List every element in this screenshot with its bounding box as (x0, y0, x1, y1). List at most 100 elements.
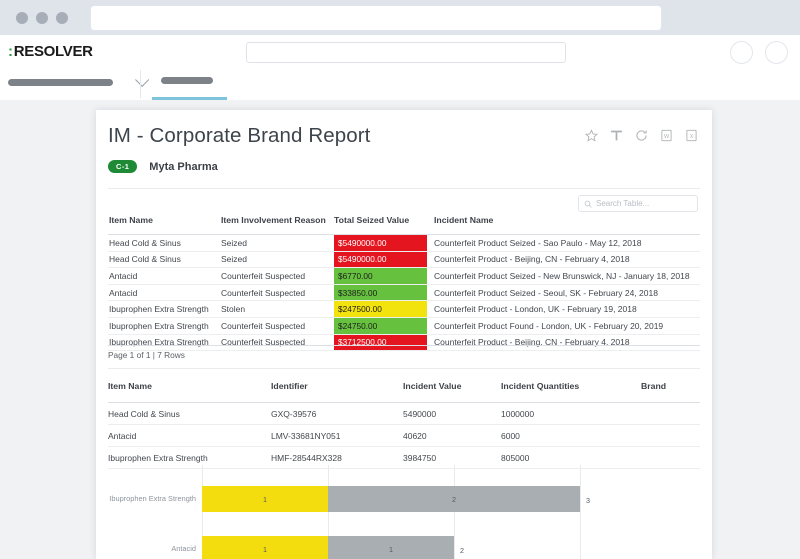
table-row[interactable]: Ibuprophen Extra Strength Counterfeit Su… (108, 318, 700, 335)
header-avatars (730, 41, 788, 64)
help-icon[interactable] (730, 41, 753, 64)
chart-bar-group[interactable]: 1 2 (202, 486, 580, 512)
cell-item-name: Head Cold & Sinus (108, 409, 271, 419)
table-pagination-status: Page 1 of 1 | 7 Rows (108, 346, 700, 360)
favorite-star-icon[interactable] (585, 129, 598, 142)
cell-incident-value: 40620 (403, 431, 501, 441)
chart-gridline (454, 465, 455, 559)
stacked-bar-chart: Ibuprophen Extra Strength 1 2 3 Antacid … (108, 460, 700, 559)
cell-incident-quantities: 1000000 (501, 409, 641, 419)
avatar[interactable] (765, 41, 788, 64)
resolver-logo[interactable]: : RESOLVER (8, 43, 93, 60)
table-search-box[interactable]: Search Table... (578, 195, 698, 212)
cell-reason: Seized (221, 235, 334, 251)
report-subject-row: C-1 Myta Pharma (108, 160, 218, 173)
column-header-incident-name[interactable]: Incident Name (431, 215, 700, 225)
table-row[interactable]: Head Cold & Sinus GXQ-39576 5490000 1000… (108, 403, 700, 425)
nav-dropdown-label (8, 79, 113, 86)
svg-text:W: W (664, 134, 670, 140)
search-icon (584, 200, 592, 208)
chart-bar-total: 2 (460, 546, 464, 555)
cell-identifier: GXQ-39576 (271, 409, 403, 419)
browser-titlebar (0, 0, 800, 36)
logo-wordmark: RESOLVER (14, 43, 93, 60)
column-header-total-seized-value[interactable]: Total Seized Value (334, 215, 431, 225)
cell-item-name: Antacid (108, 285, 221, 301)
search-input[interactable]: Search Table... (596, 199, 649, 208)
items-detail-table: Item Name Identifier Incident Value Inci… (108, 381, 700, 469)
window-maximize-button[interactable] (56, 12, 68, 24)
table-row[interactable]: Antacid Counterfeit Suspected $33850.00 … (108, 285, 700, 302)
chart-category-label: Antacid (108, 544, 196, 553)
chart-bar-group[interactable]: 1 1 (202, 536, 454, 559)
cell-reason: Seized (221, 252, 334, 268)
column-header-incident-quantities[interactable]: Incident Quantities (501, 381, 641, 391)
section-divider (108, 368, 700, 369)
table-row[interactable]: Antacid LMV-33681NY051 40620 6000 (108, 425, 700, 447)
app-header: : RESOLVER (0, 35, 800, 69)
table-row[interactable]: Antacid Counterfeit Suspected $6770.00 C… (108, 268, 700, 285)
cell-incident-name: Counterfeit Product - Beijing, CN - Febr… (431, 252, 700, 268)
app-screenshot: : RESOLVER IM - Corporate Brand Report C… (0, 0, 800, 559)
window-minimize-button[interactable] (36, 12, 48, 24)
chart-segment-stolen: 1 (202, 536, 328, 559)
chart-segment-counterfeit-suspected: 2 (328, 486, 580, 512)
cell-incident-quantities: 6000 (501, 431, 641, 441)
cell-total-seized-value: $24750.00 (334, 318, 427, 334)
column-header-identifier[interactable]: Identifier (271, 381, 403, 391)
filter-icon[interactable] (610, 129, 623, 142)
table-row[interactable]: Ibuprophen Extra Strength Stolen $247500… (108, 301, 700, 318)
report-subject-name: Myta Pharma (149, 161, 217, 173)
column-header-item-name[interactable]: Item Name (108, 381, 271, 391)
cell-item-name: Ibuprophen Extra Strength (108, 318, 221, 334)
column-header-brand[interactable]: Brand (641, 381, 700, 391)
chart-gridline (580, 465, 581, 559)
global-search-input[interactable] (246, 42, 566, 63)
nav-tab-row (0, 68, 800, 101)
cell-incident-name: Counterfeit Product Seized - Sao Paulo -… (431, 235, 700, 251)
cell-incident-name: Counterfeit Product Found - London, UK -… (431, 318, 700, 334)
window-close-button[interactable] (16, 12, 28, 24)
cell-reason: Counterfeit Suspected (221, 285, 334, 301)
export-excel-icon[interactable]: X (685, 129, 698, 142)
cell-item-name: Ibuprophen Extra Strength (108, 301, 221, 317)
refresh-icon[interactable] (635, 129, 648, 142)
cell-incident-name: Counterfeit Product Seized - Seoul, SK -… (431, 285, 700, 301)
chart-segment-counterfeit-suspected: 1 (328, 536, 454, 559)
cell-incident-value: 5490000 (403, 409, 501, 419)
cell-total-seized-value: $33850.00 (334, 285, 427, 301)
cell-reason: Counterfeit Suspected (221, 268, 334, 284)
cell-total-seized-value: $5490000.00 (334, 235, 427, 251)
cell-reason: Counterfeit Suspected (221, 318, 334, 334)
chart-segment-stolen: 1 (202, 486, 328, 512)
cell-item-name: Head Cold & Sinus (108, 235, 221, 251)
table-header-row: Item Name Identifier Incident Value Inci… (108, 381, 700, 402)
column-header-item-name[interactable]: Item Name (108, 215, 221, 225)
table-row[interactable]: Head Cold & Sinus Seized $5490000.00 Cou… (108, 252, 700, 269)
chart-category-label: Ibuprophen Extra Strength (108, 494, 196, 503)
column-header-involvement-reason[interactable]: Item Involvement Reason (221, 215, 334, 225)
seized-items-table: Item Name Item Involvement Reason Total … (108, 215, 700, 351)
tab-active[interactable] (152, 68, 227, 100)
column-header-incident-value[interactable]: Incident Value (403, 381, 501, 391)
cell-item-name: Antacid (108, 268, 221, 284)
cell-item-name: Head Cold & Sinus (108, 252, 221, 268)
cell-incident-name: Counterfeit Product - London, UK - Febru… (431, 301, 700, 317)
cell-total-seized-value: $247500.00 (334, 301, 427, 317)
cell-item-name: Antacid (108, 431, 271, 441)
browser-url-bar[interactable] (90, 5, 662, 31)
logo-colon-mark: : (8, 43, 13, 60)
cell-identifier: LMV-33681NY051 (271, 431, 403, 441)
export-word-icon[interactable]: W (660, 129, 673, 142)
chevron-down-icon (135, 73, 149, 87)
nav-dropdown[interactable] (8, 77, 145, 87)
nav-divider (140, 70, 141, 98)
page-title: IM - Corporate Brand Report (108, 124, 370, 148)
report-card: IM - Corporate Brand Report C-1 Myta Pha… (96, 110, 712, 559)
cell-total-seized-value: $6770.00 (334, 268, 427, 284)
cell-total-seized-value: $5490000.00 (334, 252, 427, 268)
window-traffic-lights (16, 12, 68, 24)
table-row[interactable]: Head Cold & Sinus Seized $5490000.00 Cou… (108, 235, 700, 252)
cell-incident-name: Counterfeit Product Seized - New Brunswi… (431, 268, 700, 284)
tab-label (161, 77, 213, 84)
